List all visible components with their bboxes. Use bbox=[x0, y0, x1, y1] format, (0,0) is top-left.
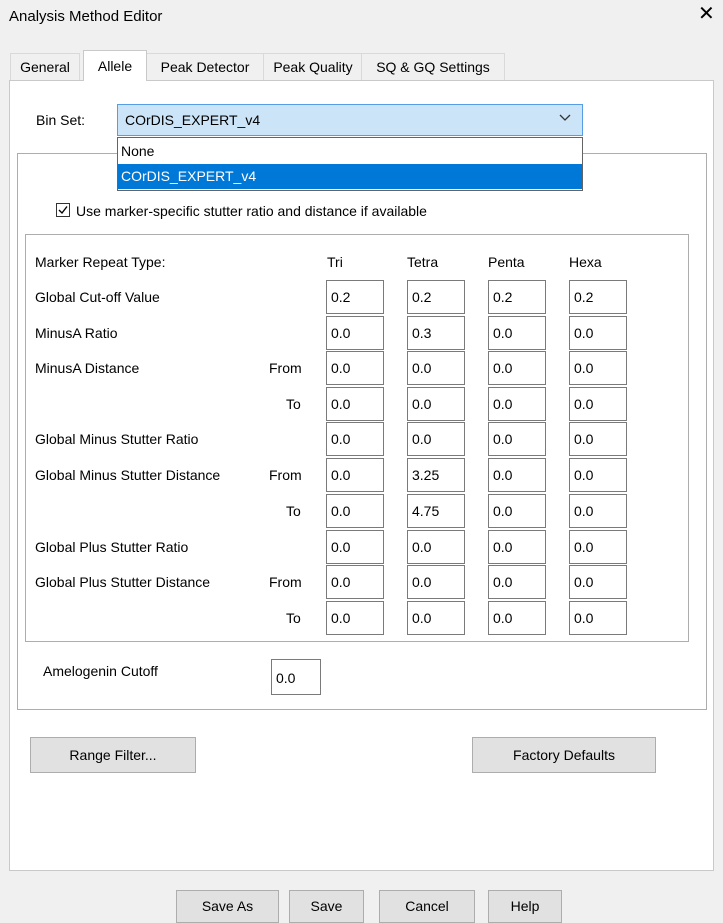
bin-set-option-cordis-expert-v4[interactable]: COrDIS_EXPERT_v4 bbox=[118, 164, 582, 189]
amelogenin-cutoff-label: Amelogenin Cutoff bbox=[43, 663, 158, 679]
marker-specific-stutter-checkbox[interactable] bbox=[56, 203, 70, 217]
save-as-button[interactable]: Save As bbox=[176, 890, 279, 923]
bin-set-label: Bin Set: bbox=[36, 112, 86, 128]
global-minus-stutter-distance-from-hexa-field[interactable]: 0.0 bbox=[569, 458, 627, 492]
global-cut-off-value-hexa-field[interactable]: 0.2 bbox=[569, 280, 627, 314]
marker-repeat-type-label: Marker Repeat Type: bbox=[35, 254, 166, 270]
row-sublabel-from: From bbox=[269, 360, 302, 376]
global-plus-stutter-distance-to-penta-field[interactable]: 0.0 bbox=[488, 601, 546, 635]
global-plus-stutter-distance-to-tri-field[interactable]: 0.0 bbox=[326, 601, 384, 635]
range-filter-button[interactable]: Range Filter... bbox=[30, 737, 196, 773]
global-minus-stutter-distance-to-tri-field[interactable]: 0.0 bbox=[326, 494, 384, 528]
help-button[interactable]: Help bbox=[488, 890, 562, 923]
global-minus-stutter-distance-from-tri-field[interactable]: 0.0 bbox=[326, 458, 384, 492]
global-minus-stutter-ratio-penta-field[interactable]: 0.0 bbox=[488, 422, 546, 456]
row-sublabel-to: To bbox=[286, 610, 301, 626]
global-minus-stutter-distance-to-penta-field[interactable]: 0.0 bbox=[488, 494, 546, 528]
checkmark-icon bbox=[58, 206, 68, 215]
global-plus-stutter-distance-from-penta-field[interactable]: 0.0 bbox=[488, 565, 546, 599]
minusa-distance-to-hexa-field[interactable]: 0.0 bbox=[569, 387, 627, 421]
tab-general[interactable]: General bbox=[10, 53, 80, 80]
bin-set-option-none[interactable]: None bbox=[118, 139, 582, 164]
minusa-distance-to-tri-field[interactable]: 0.0 bbox=[326, 387, 384, 421]
minusa-distance-from-tetra-field[interactable]: 0.0 bbox=[407, 351, 465, 385]
minusa-ratio-tetra-field[interactable]: 0.3 bbox=[407, 316, 465, 350]
row-sublabel-from: From bbox=[269, 467, 302, 483]
column-header-penta: Penta bbox=[488, 254, 525, 270]
row-label-global-plus-stutter-ratio: Global Plus Stutter Ratio bbox=[35, 539, 189, 555]
save-button[interactable]: Save bbox=[289, 890, 364, 923]
global-plus-stutter-distance-from-tri-field[interactable]: 0.0 bbox=[326, 565, 384, 599]
global-minus-stutter-distance-from-penta-field[interactable]: 0.0 bbox=[488, 458, 546, 492]
row-label-minusa-ratio: MinusA Ratio bbox=[35, 325, 118, 341]
global-minus-stutter-distance-to-hexa-field[interactable]: 0.0 bbox=[569, 494, 627, 528]
close-icon[interactable]: ✕ bbox=[698, 4, 715, 24]
global-minus-stutter-distance-from-tetra-field[interactable]: 3.25 bbox=[407, 458, 465, 492]
global-plus-stutter-ratio-penta-field[interactable]: 0.0 bbox=[488, 530, 546, 564]
minusa-ratio-hexa-field[interactable]: 0.0 bbox=[569, 316, 627, 350]
minusa-distance-to-penta-field[interactable]: 0.0 bbox=[488, 387, 546, 421]
minusa-distance-from-tri-field[interactable]: 0.0 bbox=[326, 351, 384, 385]
global-cut-off-value-tetra-field[interactable]: 0.2 bbox=[407, 280, 465, 314]
tab-sq-gq-settings[interactable]: SQ & GQ Settings bbox=[361, 53, 505, 80]
bin-set-selected-value: COrDIS_EXPERT_v4 bbox=[125, 112, 261, 128]
bin-set-combobox[interactable]: COrDIS_EXPERT_v4 bbox=[117, 104, 583, 136]
global-plus-stutter-ratio-hexa-field[interactable]: 0.0 bbox=[569, 530, 627, 564]
row-sublabel-to: To bbox=[286, 396, 301, 412]
global-cut-off-value-tri-field[interactable]: 0.2 bbox=[326, 280, 384, 314]
row-label-global-minus-stutter-distance: Global Minus Stutter Distance bbox=[35, 467, 221, 483]
tab-peak-detector[interactable]: Peak Detector bbox=[145, 53, 265, 80]
row-label-minusa-distance: MinusA Distance bbox=[35, 360, 140, 376]
row-sublabel-to: To bbox=[286, 503, 301, 519]
row-label-global-cut-off-value: Global Cut-off Value bbox=[35, 289, 160, 305]
minusa-distance-from-penta-field[interactable]: 0.0 bbox=[488, 351, 546, 385]
bin-set-dropdown-list: None COrDIS_EXPERT_v4 bbox=[117, 137, 583, 191]
row-label-global-plus-stutter-distance: Global Plus Stutter Distance bbox=[35, 574, 211, 590]
tab-allele[interactable]: Allele bbox=[83, 50, 147, 81]
global-plus-stutter-distance-from-hexa-field[interactable]: 0.0 bbox=[569, 565, 627, 599]
global-minus-stutter-ratio-hexa-field[interactable]: 0.0 bbox=[569, 422, 627, 456]
chevron-down-icon[interactable] bbox=[559, 111, 571, 128]
minusa-ratio-tri-field[interactable]: 0.0 bbox=[326, 316, 384, 350]
row-sublabel-from: From bbox=[269, 574, 302, 590]
global-plus-stutter-ratio-tri-field[interactable]: 0.0 bbox=[326, 530, 384, 564]
marker-specific-stutter-label: Use marker-specific stutter ratio and di… bbox=[76, 203, 427, 219]
row-label-global-minus-stutter-ratio: Global Minus Stutter Ratio bbox=[35, 431, 199, 447]
column-header-tri: Tri bbox=[327, 254, 343, 270]
global-minus-stutter-distance-to-tetra-field[interactable]: 4.75 bbox=[407, 494, 465, 528]
global-plus-stutter-ratio-tetra-field[interactable]: 0.0 bbox=[407, 530, 465, 564]
amelogenin-cutoff-field[interactable]: 0.0 bbox=[271, 659, 321, 695]
window-title: Analysis Method Editor bbox=[9, 8, 163, 25]
global-cut-off-value-penta-field[interactable]: 0.2 bbox=[488, 280, 546, 314]
global-minus-stutter-ratio-tri-field[interactable]: 0.0 bbox=[326, 422, 384, 456]
minusa-ratio-penta-field[interactable]: 0.0 bbox=[488, 316, 546, 350]
minusa-distance-to-tetra-field[interactable]: 0.0 bbox=[407, 387, 465, 421]
cancel-button[interactable]: Cancel bbox=[379, 890, 475, 923]
global-plus-stutter-distance-to-tetra-field[interactable]: 0.0 bbox=[407, 601, 465, 635]
column-header-hexa: Hexa bbox=[569, 254, 602, 270]
global-plus-stutter-distance-to-hexa-field[interactable]: 0.0 bbox=[569, 601, 627, 635]
global-plus-stutter-distance-from-tetra-field[interactable]: 0.0 bbox=[407, 565, 465, 599]
column-header-tetra: Tetra bbox=[407, 254, 439, 270]
minusa-distance-from-hexa-field[interactable]: 0.0 bbox=[569, 351, 627, 385]
global-minus-stutter-ratio-tetra-field[interactable]: 0.0 bbox=[407, 422, 465, 456]
factory-defaults-button[interactable]: Factory Defaults bbox=[472, 737, 656, 773]
tab-peak-quality[interactable]: Peak Quality bbox=[263, 53, 363, 80]
